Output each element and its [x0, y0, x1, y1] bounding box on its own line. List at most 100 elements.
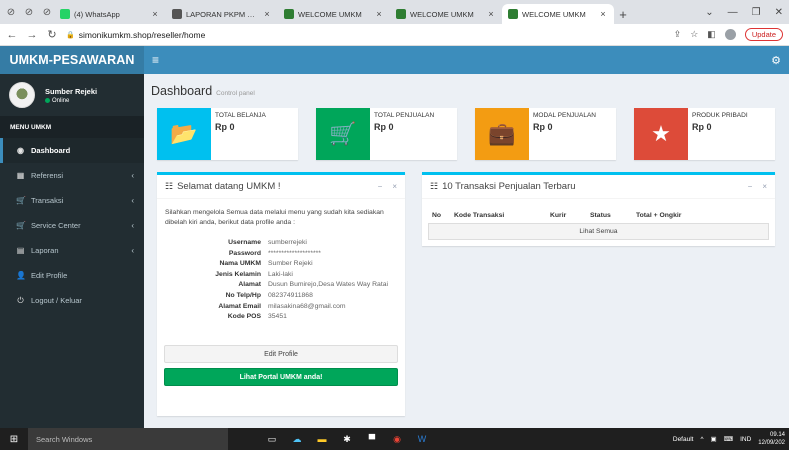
- profile-row: Jenis Kelamin Laki-laki: [157, 270, 405, 281]
- profile-label: Kode POS: [227, 313, 261, 321]
- info-box-body: TOTAL BELANJA Rp 0: [211, 108, 270, 160]
- edit-profile-button[interactable]: Edit Profile: [164, 345, 398, 363]
- sidebar-toggle-icon[interactable]: ≡: [152, 53, 159, 67]
- default-label[interactable]: Default: [673, 436, 694, 443]
- user-status-text: Online: [52, 97, 70, 104]
- new-tab-icon[interactable]: +: [614, 4, 632, 24]
- cart-icon: 🛒: [16, 221, 26, 230]
- browser-tab[interactable]: WELCOME UMKM ×: [502, 4, 614, 24]
- sidebar-item-label: Logout / Keluar: [31, 296, 82, 305]
- sidepanel-icon[interactable]: ◧: [707, 29, 716, 40]
- url-field[interactable]: 🔒 simonikumkm.shop/reseller/home: [66, 30, 666, 40]
- browser-tab[interactable]: LAPORAN PKPM KADES...×: [166, 4, 278, 24]
- sidebar-item-label: Dashboard: [31, 146, 71, 155]
- app-header: UMKM-PESAWARAN ≡ ⚙: [0, 46, 789, 74]
- tray-chevron-icon[interactable]: ^: [700, 436, 703, 443]
- close-tab-icon[interactable]: ×: [486, 9, 496, 19]
- bluetooth-icon[interactable]: ✱: [339, 432, 355, 446]
- chevron-left-icon: ‹: [131, 171, 134, 180]
- monitor-icon[interactable]: ▀: [364, 432, 380, 446]
- column-header: Status: [590, 211, 611, 219]
- favicon-icon: [60, 9, 70, 19]
- sidebar-item-edit-profile[interactable]: 👤 Edit Profile: [0, 263, 144, 288]
- back-icon[interactable]: ←: [6, 29, 18, 41]
- close-tab-icon[interactable]: ×: [262, 9, 272, 19]
- user-status: Online: [45, 98, 97, 104]
- file-explorer-icon[interactable]: ▬: [314, 432, 330, 446]
- clock[interactable]: 09.14 12/09/202: [758, 431, 785, 447]
- collapse-icon[interactable]: −: [378, 182, 383, 191]
- update-button[interactable]: Update: [744, 28, 783, 41]
- profile-value: Laki-laki: [268, 270, 293, 278]
- browser-tab-label: LAPORAN PKPM KADES...: [186, 9, 259, 19]
- chevron-left-icon: ‹: [131, 246, 134, 255]
- task-view-icon[interactable]: ▭: [264, 432, 280, 446]
- welcome-intro: Silahkan mengelola Semua data melalui me…: [165, 209, 384, 226]
- word-icon[interactable]: W: [414, 432, 430, 446]
- browser-tab[interactable]: (4) WhatsApp ×: [54, 4, 166, 24]
- view-portal-button[interactable]: Lihat Portal UMKM anda!: [164, 368, 398, 386]
- pinned-tab-icon[interactable]: ⊘: [4, 5, 18, 19]
- sidebar-item-transaksi[interactable]: 🛒 Transaksi ‹: [0, 188, 144, 213]
- collapse-icon[interactable]: −: [748, 182, 753, 191]
- pinned-tab-icon[interactable]: ⊘: [40, 5, 54, 19]
- tab-search-icon[interactable]: ⌄: [705, 7, 713, 18]
- close-window-icon[interactable]: ✕: [775, 7, 783, 18]
- transactions-box-header: ☷ 10 Transaksi Penjualan Terbaru − ×: [422, 175, 775, 199]
- pinned-tab-icon[interactable]: ⊘: [22, 5, 36, 19]
- browser-tab-label: (4) WhatsApp: [74, 9, 120, 19]
- network-icon[interactable]: ▣: [711, 435, 717, 443]
- sidebar-item-service-center[interactable]: 🛒 Service Center ‹: [0, 213, 144, 238]
- see-all-link[interactable]: Lihat Semua: [428, 223, 769, 240]
- sidebar-item-laporan[interactable]: ▤ Laporan ‹: [0, 238, 144, 263]
- favicon-icon: [172, 9, 182, 19]
- info-box-label: MODAL PENJUALAN: [533, 112, 596, 119]
- info-box-label: PRODUK PRIBADI: [692, 112, 748, 119]
- sidebar-item-label: Service Center: [31, 221, 81, 230]
- bookmark-star-icon[interactable]: ☆: [690, 29, 698, 40]
- page-title: Dashboard Control panel: [151, 84, 255, 98]
- sidebar-item-referensi[interactable]: ▦ Referensi ‹: [0, 163, 144, 188]
- remove-icon[interactable]: ×: [762, 182, 767, 191]
- forward-icon[interactable]: →: [26, 29, 38, 41]
- close-tab-icon[interactable]: ×: [598, 9, 608, 19]
- system-tray: Default ^ ▣ ⌨ IND 09.14 12/09/202: [673, 428, 789, 450]
- online-dot-icon: [45, 98, 50, 103]
- info-box-body: MODAL PENJUALAN Rp 0: [529, 108, 600, 160]
- profile-row: Username sumberrejeki: [157, 238, 405, 249]
- chrome-icon[interactable]: ◉: [389, 432, 405, 446]
- windows-start-icon[interactable]: ⊞: [0, 428, 28, 450]
- share-icon[interactable]: ⇪: [674, 29, 682, 40]
- windows-search-input[interactable]: Search Windows: [28, 428, 228, 450]
- page-title-text: Dashboard: [151, 84, 213, 98]
- sidebar-item-label: Laporan: [31, 246, 59, 255]
- briefcase-icon: 💼: [475, 108, 529, 160]
- profile-avatar-icon[interactable]: [724, 29, 736, 40]
- user-info: Sumber Rejeki Online: [45, 87, 97, 104]
- favicon-icon: [396, 9, 406, 19]
- language-indicator[interactable]: IND: [740, 436, 751, 443]
- weather-icon[interactable]: ☁: [289, 432, 305, 446]
- sidebar-item-dashboard[interactable]: ◉ Dashboard: [0, 138, 144, 163]
- minimize-icon[interactable]: —: [728, 7, 738, 18]
- browser-tab[interactable]: WELCOME UMKM ×: [390, 4, 502, 24]
- sidebar-item-logout-keluar[interactable]: ⏻ Logout / Keluar: [0, 288, 144, 313]
- sidebar-item-label: Edit Profile: [31, 271, 68, 280]
- grid-icon: ▦: [16, 171, 25, 180]
- box-tools: − ×: [748, 182, 767, 191]
- info-box-value: Rp 0: [215, 122, 235, 132]
- maximize-icon[interactable]: ❐: [752, 7, 761, 18]
- page-subtitle: Control panel: [216, 90, 255, 97]
- profile-row: No Telp/Hp 082374911868: [157, 291, 405, 302]
- welcome-box-header: ☷ Selamat datang UMKM ! − ×: [157, 175, 405, 199]
- reload-icon[interactable]: ↻: [46, 28, 58, 41]
- settings-gear-icon[interactable]: ⚙: [771, 54, 781, 67]
- remove-icon[interactable]: ×: [392, 182, 397, 191]
- close-tab-icon[interactable]: ×: [150, 9, 160, 19]
- browser-tab[interactable]: WELCOME UMKM ×: [278, 4, 390, 24]
- transactions-title: 10 Transaksi Penjualan Terbaru: [442, 181, 576, 192]
- user-icon: 👤: [16, 271, 26, 280]
- close-tab-icon[interactable]: ×: [374, 9, 384, 19]
- app-logo[interactable]: UMKM-PESAWARAN: [0, 46, 144, 74]
- keyboard-icon[interactable]: ⌨: [724, 435, 733, 443]
